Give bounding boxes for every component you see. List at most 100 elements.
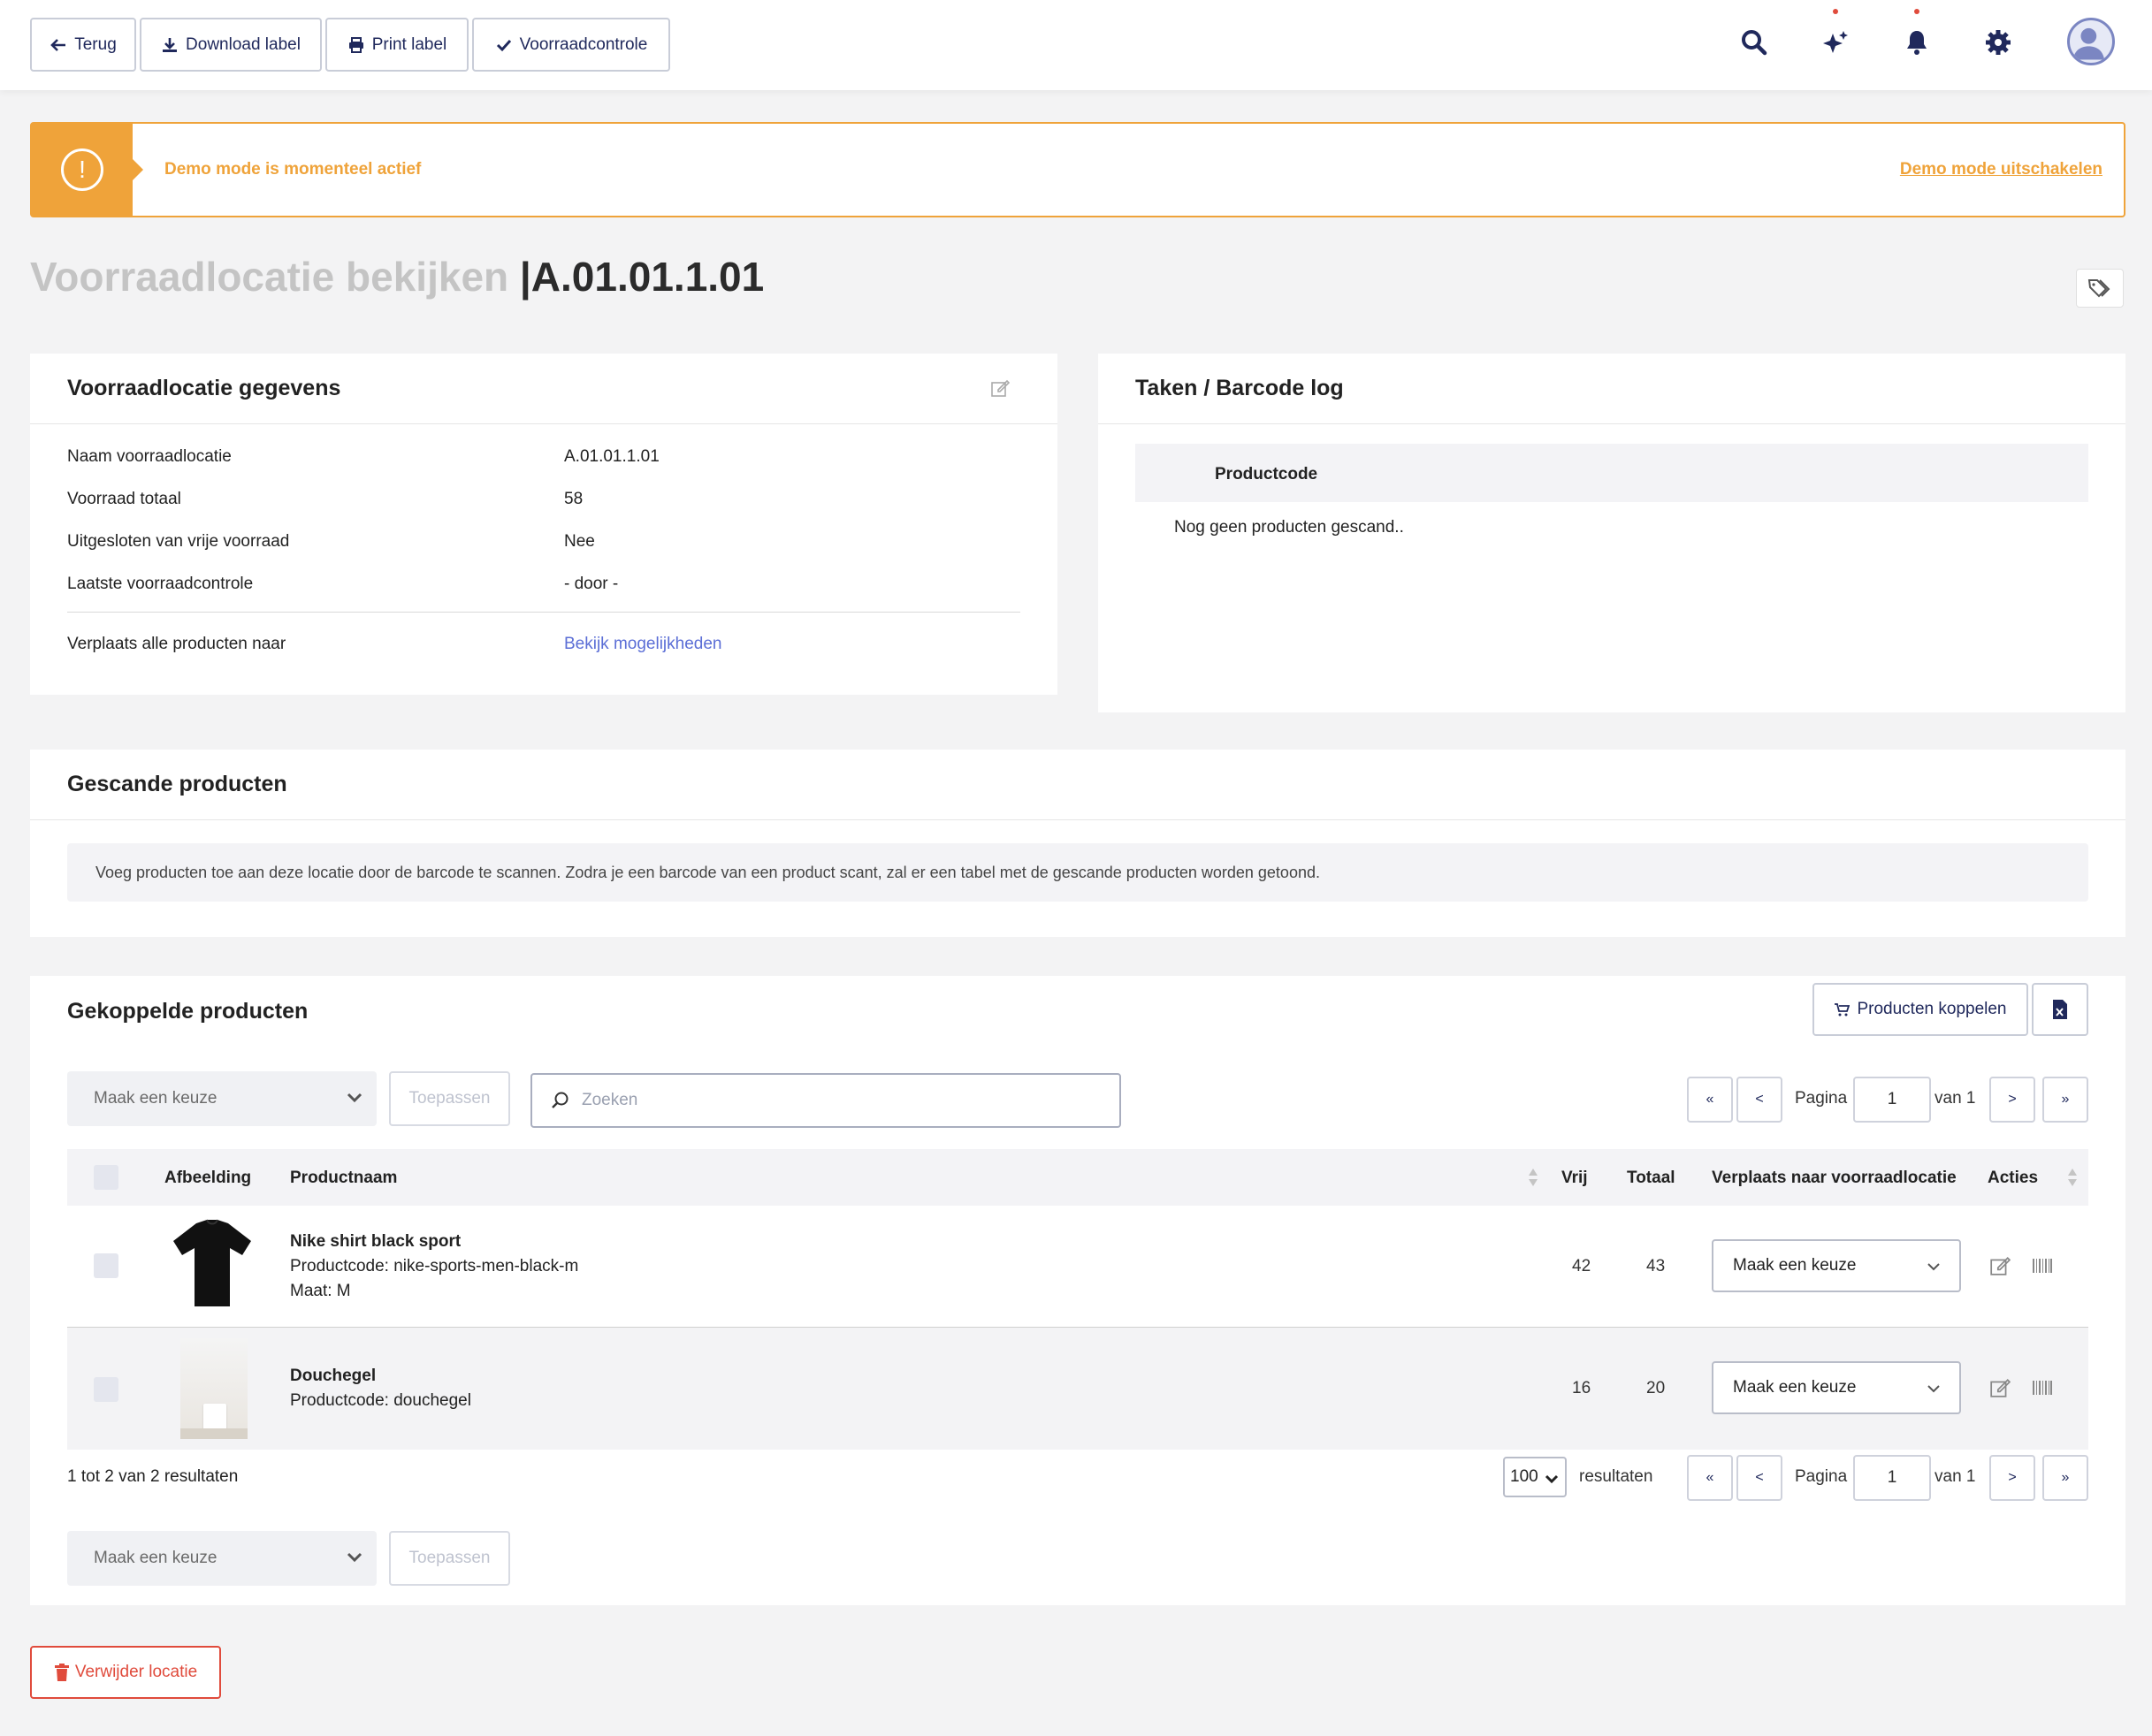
page-title-prefix: Voorraadlocatie bekijken [30, 254, 509, 300]
delete-location-label: Verwijder locatie [74, 1663, 198, 1681]
results-label: resultaten [1579, 1467, 1653, 1486]
prev-page-button[interactable]: < [1736, 1077, 1782, 1123]
empty-state-text: Nog geen producten gescand.. [1174, 518, 1404, 537]
chevron-down-icon [1927, 1385, 1940, 1393]
linked-products-card: Gekoppelde producten Producten koppelen … [30, 976, 2125, 1605]
product-image-tshirt [173, 1219, 251, 1306]
apply-label: Toepassen [408, 1089, 491, 1108]
productname-column-header: Productnaam [290, 1169, 398, 1187]
free-stock-value: 42 [1572, 1257, 1591, 1275]
page-label: Pagina [1795, 1089, 1848, 1108]
page-title-code: A.01.01.1.01 [530, 254, 765, 300]
page-count-label: van 1 [1935, 1089, 1976, 1108]
warning-icon: ! [32, 124, 143, 216]
bulk-action-select[interactable]: Maak een keuze [67, 1071, 377, 1126]
cart-icon [1835, 1003, 1851, 1016]
search-icon [552, 1092, 569, 1108]
barcode-icon[interactable] [2032, 1377, 2053, 1398]
productcode-column-header: Productcode [1215, 465, 1318, 483]
download-label-button[interactable]: Download label [140, 18, 322, 72]
first-page-button[interactable]: « [1687, 1077, 1733, 1123]
sort-icon[interactable] [2067, 1167, 2078, 1188]
chevron-down-icon [1545, 1474, 1559, 1484]
page-number-input[interactable]: 1 [1853, 1077, 1931, 1123]
move-column-header: Verplaats naar voorraadlocatie [1712, 1169, 1957, 1187]
excel-file-icon [2053, 1000, 2067, 1019]
last-page-button[interactable]: » [2042, 1077, 2088, 1123]
free-stock-value: 16 [1572, 1379, 1591, 1397]
back-button[interactable]: Terug [30, 18, 136, 72]
last-page-button[interactable]: » [2042, 1455, 2088, 1501]
product-code: Productcode: nike-sports-men-black-m [290, 1257, 579, 1275]
apply-button[interactable]: Toepassen [389, 1071, 510, 1126]
row-checkbox[interactable] [94, 1253, 118, 1278]
scan-info-box: Voeg producten toe aan deze locatie door… [67, 843, 2088, 902]
detail-value: A.01.01.1.01 [564, 447, 660, 466]
delete-location-button[interactable]: Verwijder locatie [30, 1646, 221, 1699]
product-size: Maat: M [290, 1282, 351, 1300]
view-options-link[interactable]: Bekijk mogelijkheden [564, 635, 722, 654]
page-number-input[interactable]: 1 [1853, 1455, 1931, 1501]
bulk-action-value: Maak een keuze [94, 1089, 217, 1108]
edit-icon[interactable] [990, 378, 1010, 398]
total-stock-value: 20 [1646, 1379, 1666, 1397]
tag-button[interactable] [2076, 269, 2124, 308]
edit-icon[interactable] [1989, 1377, 2011, 1398]
edit-icon[interactable] [1989, 1255, 2011, 1276]
print-label-button[interactable]: Print label [325, 18, 469, 72]
detail-value: 58 [564, 490, 584, 508]
first-page-button[interactable]: « [1687, 1455, 1733, 1501]
product-name[interactable]: Nike shirt black sport [290, 1232, 461, 1252]
sparkles-icon[interactable] [1818, 9, 1853, 60]
page-count-label: van 1 [1935, 1467, 1976, 1486]
page-title: Voorraadlocatie bekijken |A.01.01.1.01 [30, 253, 764, 301]
select-all-checkbox[interactable] [94, 1165, 118, 1190]
search-input[interactable]: Zoeken [530, 1073, 1121, 1128]
total-stock-value: 43 [1646, 1257, 1666, 1275]
product-name[interactable]: Douchegel [290, 1367, 376, 1386]
products-table-header: Afbeelding Productnaam Vrij Totaal Verpl… [67, 1149, 2088, 1206]
card-title: Voorraadlocatie gegevens [67, 376, 341, 400]
image-floor [180, 1428, 248, 1439]
search-icon[interactable] [1736, 25, 1772, 60]
download-icon [163, 37, 178, 52]
per-page-select[interactable]: 100 [1503, 1457, 1567, 1497]
back-label: Terug [74, 34, 117, 54]
download-label-text: Download label [186, 34, 301, 54]
top-bar: Terug Download label Print label Voorraa… [0, 0, 2152, 90]
scanned-products-header: Gescande producten [30, 750, 2125, 820]
disable-demo-link[interactable]: Demo mode uitschakelen [1900, 160, 2102, 179]
card-title: Gekoppelde producten [67, 998, 309, 1024]
apply-button[interactable]: Toepassen [389, 1531, 510, 1586]
user-avatar[interactable] [2067, 18, 2115, 65]
move-location-select[interactable]: Maak een keuze [1712, 1361, 1961, 1414]
linked-products-header: Gekoppelde producten [30, 976, 2125, 1047]
move-location-select[interactable]: Maak een keuze [1712, 1239, 1961, 1292]
actions-column-header: Acties [1988, 1169, 2039, 1187]
link-products-button[interactable]: Producten koppelen [1812, 983, 2028, 1036]
detail-label: Laatste voorraadcontrole [67, 575, 254, 593]
stockcheck-label: Voorraadcontrole [519, 34, 648, 54]
chevron-down-icon [1927, 1263, 1940, 1271]
results-summary: 1 tot 2 van 2 resultaten [67, 1467, 239, 1486]
bulk-action-select[interactable]: Maak een keuze [67, 1531, 377, 1586]
bell-icon[interactable] [1899, 9, 1935, 60]
printer-icon [348, 36, 363, 53]
tasks-table-header: Productcode [1135, 444, 2088, 502]
export-excel-button[interactable] [2032, 983, 2088, 1036]
prev-page-button[interactable]: < [1736, 1455, 1782, 1501]
sort-icon[interactable] [1528, 1167, 1538, 1188]
trash-icon [54, 1664, 69, 1681]
link-products-label: Producten koppelen [1857, 1000, 2007, 1018]
gear-icon[interactable] [1980, 25, 2016, 60]
notification-dot [1914, 9, 1919, 14]
next-page-button[interactable]: > [1989, 1455, 2035, 1501]
detail-label: Naam voorraadlocatie [67, 447, 232, 466]
free-column-header: Vrij [1561, 1169, 1588, 1187]
row-checkbox[interactable] [94, 1377, 118, 1402]
barcode-icon[interactable] [2032, 1255, 2053, 1276]
stockcheck-button[interactable]: Voorraadcontrole [472, 18, 670, 72]
scanned-products-card: Gescande producten Voeg producten toe aa… [30, 750, 2125, 937]
next-page-button[interactable]: > [1989, 1077, 2035, 1123]
location-details-card: Voorraadlocatie gegevens Naam voorraadlo… [30, 354, 1057, 695]
